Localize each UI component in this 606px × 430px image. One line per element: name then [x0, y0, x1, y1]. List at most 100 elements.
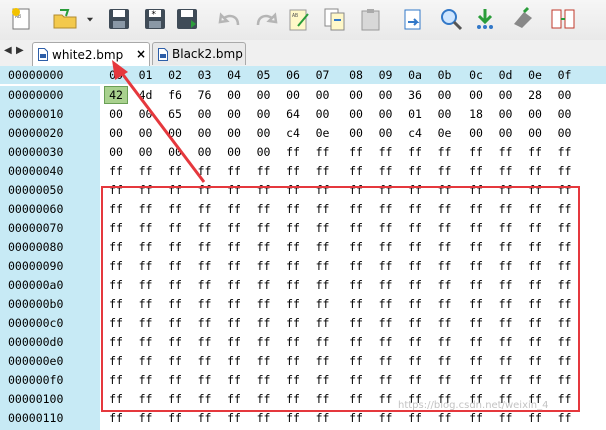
hex-byte[interactable]: ff: [193, 352, 217, 370]
hex-byte[interactable]: ff: [553, 143, 577, 161]
hex-byte[interactable]: ff: [374, 238, 398, 256]
hex-byte[interactable]: ff: [252, 371, 276, 389]
hex-byte[interactable]: ff: [403, 276, 427, 294]
hex-byte[interactable]: ff: [281, 257, 305, 275]
hex-byte[interactable]: ff: [252, 219, 276, 237]
hex-byte[interactable]: ff: [523, 162, 547, 180]
hex-byte[interactable]: ff: [281, 409, 305, 427]
hex-byte[interactable]: ff: [433, 314, 457, 332]
hex-byte[interactable]: ff: [252, 352, 276, 370]
bookmark-icon[interactable]: [508, 4, 538, 34]
dropdown-arrow-icon[interactable]: [82, 4, 98, 34]
hex-byte[interactable]: ff: [464, 143, 488, 161]
hex-byte[interactable]: ff: [222, 314, 246, 332]
hex-byte[interactable]: ff: [134, 276, 158, 294]
hex-byte[interactable]: 00: [344, 105, 368, 123]
hex-byte[interactable]: ff: [374, 219, 398, 237]
hex-byte[interactable]: ff: [433, 371, 457, 389]
hex-byte[interactable]: ff: [464, 181, 488, 199]
hex-byte[interactable]: ff: [494, 200, 518, 218]
hex-byte[interactable]: ff: [193, 200, 217, 218]
save-as-icon[interactable]: *: [140, 4, 170, 34]
hex-byte[interactable]: ff: [311, 257, 335, 275]
hex-byte[interactable]: ff: [523, 181, 547, 199]
hex-byte[interactable]: ff: [553, 295, 577, 313]
hex-byte[interactable]: ff: [104, 409, 128, 427]
hex-byte[interactable]: 00: [281, 86, 305, 104]
hex-byte[interactable]: ff: [252, 162, 276, 180]
hex-byte[interactable]: ff: [553, 314, 577, 332]
hex-byte[interactable]: ff: [344, 257, 368, 275]
hex-byte[interactable]: ff: [374, 257, 398, 275]
hex-byte[interactable]: ff: [222, 276, 246, 294]
hex-byte[interactable]: 00: [464, 86, 488, 104]
hex-byte[interactable]: ff: [494, 352, 518, 370]
hex-byte[interactable]: ff: [163, 390, 187, 408]
hex-byte[interactable]: 4d: [134, 86, 158, 104]
hex-byte[interactable]: 00: [344, 124, 368, 142]
hex-byte[interactable]: 18: [464, 105, 488, 123]
hex-byte[interactable]: 00: [252, 124, 276, 142]
hex-byte[interactable]: 36: [403, 86, 427, 104]
hex-byte[interactable]: ff: [134, 295, 158, 313]
hex-byte[interactable]: ff: [311, 295, 335, 313]
hex-byte[interactable]: ff: [344, 181, 368, 199]
hex-byte[interactable]: ff: [163, 219, 187, 237]
hex-byte[interactable]: 00: [344, 86, 368, 104]
hex-byte[interactable]: ff: [163, 371, 187, 389]
hex-byte[interactable]: ff: [553, 352, 577, 370]
hex-byte[interactable]: ff: [222, 333, 246, 351]
hex-byte[interactable]: ff: [104, 238, 128, 256]
hex-byte[interactable]: ff: [523, 219, 547, 237]
hex-byte[interactable]: 00: [252, 105, 276, 123]
hex-byte[interactable]: 65: [163, 105, 187, 123]
hex-byte[interactable]: ff: [104, 181, 128, 199]
hex-byte[interactable]: ff: [403, 162, 427, 180]
hex-byte[interactable]: ff: [104, 314, 128, 332]
hex-byte[interactable]: 00: [553, 105, 577, 123]
hex-byte[interactable]: ff: [494, 371, 518, 389]
hex-byte[interactable]: ff: [281, 390, 305, 408]
hex-byte[interactable]: 00: [163, 124, 187, 142]
hex-byte[interactable]: ff: [494, 219, 518, 237]
hex-byte[interactable]: 00: [104, 105, 128, 123]
hex-byte[interactable]: ff: [344, 276, 368, 294]
hex-byte[interactable]: ff: [252, 314, 276, 332]
hex-byte[interactable]: f6: [163, 86, 187, 104]
hex-byte[interactable]: ff: [281, 238, 305, 256]
hex-byte[interactable]: ff: [374, 143, 398, 161]
hex-byte[interactable]: 00: [104, 124, 128, 142]
hex-byte[interactable]: ff: [134, 333, 158, 351]
hex-byte[interactable]: ff: [222, 409, 246, 427]
hex-byte[interactable]: ff: [464, 276, 488, 294]
hex-byte[interactable]: ff: [433, 238, 457, 256]
hex-byte[interactable]: ff: [104, 162, 128, 180]
hex-byte[interactable]: ff: [344, 390, 368, 408]
hex-byte[interactable]: ff: [193, 409, 217, 427]
hex-byte[interactable]: ff: [193, 238, 217, 256]
hex-byte[interactable]: ff: [311, 333, 335, 351]
hex-byte[interactable]: ff: [403, 314, 427, 332]
hex-byte[interactable]: ff: [433, 352, 457, 370]
hex-byte[interactable]: ff: [403, 143, 427, 161]
hex-byte[interactable]: ff: [553, 409, 577, 427]
compare-icon[interactable]: [548, 4, 578, 34]
hex-byte[interactable]: 01: [403, 105, 427, 123]
hex-byte[interactable]: ff: [523, 333, 547, 351]
hex-byte[interactable]: ff: [163, 295, 187, 313]
hex-byte[interactable]: ff: [523, 409, 547, 427]
hex-byte[interactable]: ff: [222, 219, 246, 237]
hex-byte[interactable]: ff: [433, 162, 457, 180]
hex-byte[interactable]: ff: [374, 276, 398, 294]
hex-byte[interactable]: ff: [403, 352, 427, 370]
hex-byte[interactable]: ff: [104, 257, 128, 275]
hex-byte[interactable]: ff: [433, 200, 457, 218]
hex-byte[interactable]: ff: [193, 371, 217, 389]
hex-byte[interactable]: ff: [163, 181, 187, 199]
hex-byte[interactable]: ff: [374, 352, 398, 370]
hex-byte[interactable]: ff: [222, 181, 246, 199]
hex-byte[interactable]: 00: [464, 124, 488, 142]
hex-byte[interactable]: ff: [104, 219, 128, 237]
hex-byte[interactable]: ff: [464, 257, 488, 275]
hex-byte[interactable]: ff: [281, 181, 305, 199]
